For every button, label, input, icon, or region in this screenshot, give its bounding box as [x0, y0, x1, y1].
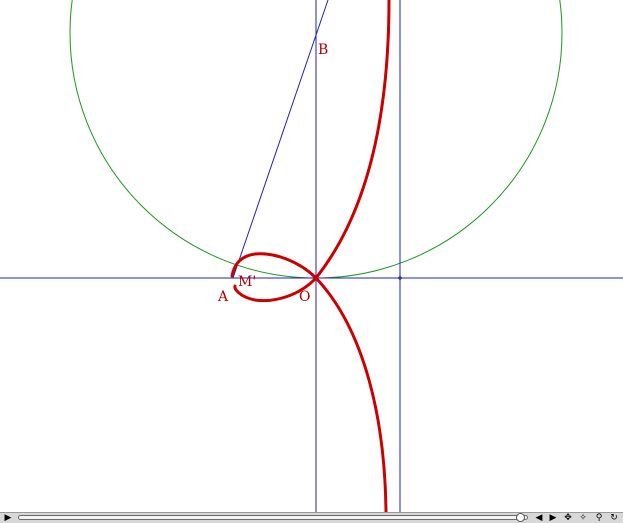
slider-thumb[interactable] — [516, 513, 525, 522]
line-ab — [232, 0, 329, 279]
rotate-icon[interactable]: ↻ — [608, 513, 620, 523]
geometry-canvas[interactable]: B M' A O — [0, 0, 623, 512]
play-icon[interactable]: ▶ — [2, 513, 14, 523]
label-a: A — [217, 289, 229, 305]
center-icon[interactable]: ✧ — [577, 513, 589, 523]
label-m: M' — [238, 274, 256, 290]
point-marker[interactable] — [398, 276, 402, 280]
move-icon[interactable]: ✥ — [562, 513, 574, 523]
strophoid-curve — [230, 0, 391, 512]
label-o: O — [299, 289, 310, 305]
animation-toolbar: ▶ ◀ ▶ ✥ ✧ ⚲ ↻ — [0, 512, 623, 523]
zoom-icon[interactable]: ⚲ — [593, 513, 605, 523]
step-back-icon[interactable]: ◀ — [533, 513, 545, 523]
step-forward-icon[interactable]: ▶ — [547, 513, 559, 523]
animation-slider[interactable] — [18, 513, 528, 522]
label-b: B — [318, 42, 328, 58]
